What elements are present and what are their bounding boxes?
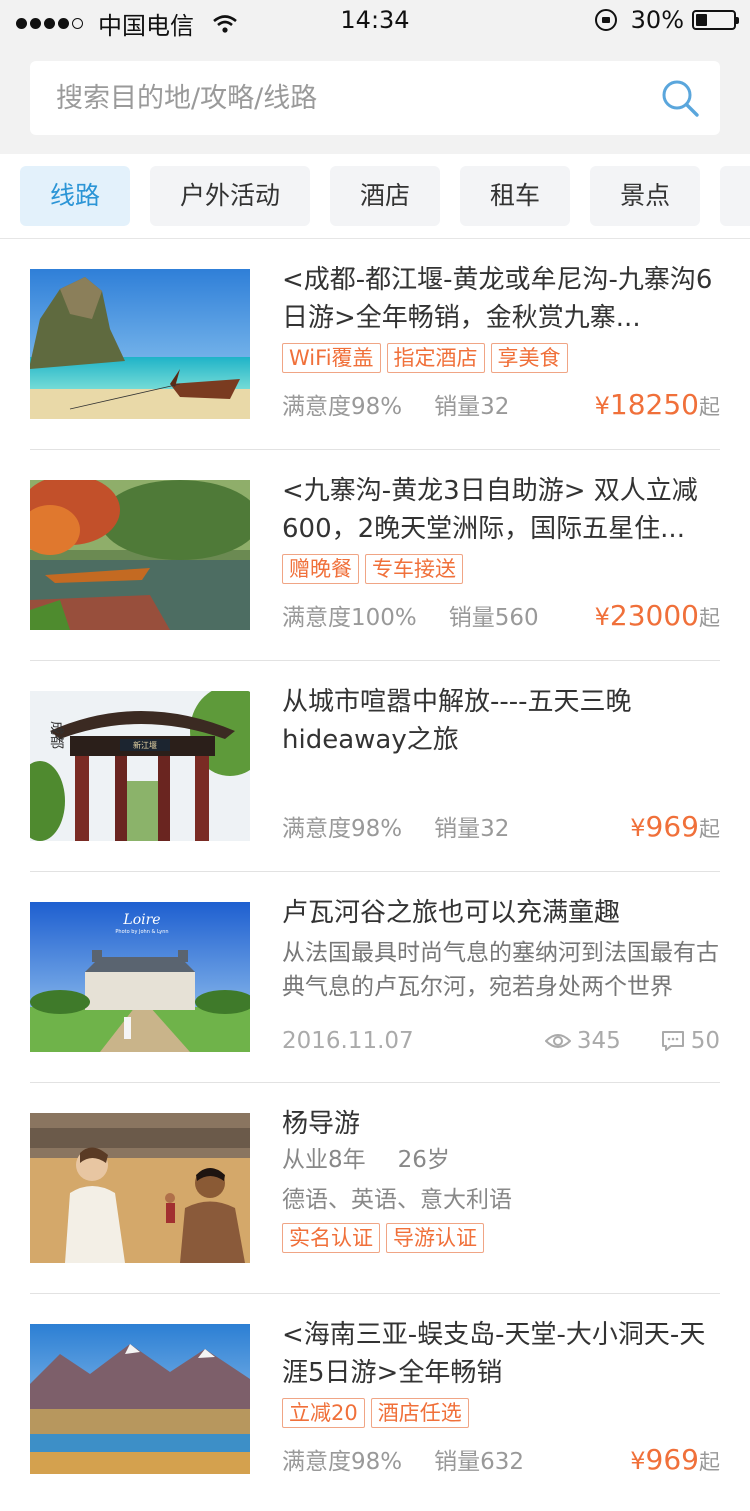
item-title[interactable]: <海南三亚-蜈支岛-天堂-大小洞天-天涯5日游>全年畅销 <box>282 1316 720 1392</box>
sales-count: 销量632 <box>434 1449 525 1475</box>
comment-stat: 50 <box>661 1028 720 1054</box>
status-bar: 中国电信 14:34 30% <box>0 0 750 40</box>
result-list: <成都-都江堰-黄龙或牟尼沟-九寨沟6日游>全年畅销，金秋赏九寨... WiFi… <box>0 239 750 1504</box>
item-title[interactable]: <成都-都江堰-黄龙或牟尼沟-九寨沟6日游>全年畅销，金秋赏九寨... <box>282 261 720 337</box>
beach-cliff-image <box>30 269 250 419</box>
satisfaction: 满意度98% <box>282 394 403 420</box>
currency-symbol: ¥ <box>594 392 610 420</box>
tag: WiFi覆盖 <box>282 343 381 373</box>
article-item[interactable]: Loire Photo by John & Lynn 卢瓦河谷之旅也可以充满童趣… <box>30 872 720 1083</box>
view-stat: 345 <box>544 1028 621 1054</box>
item-tags: WiFi覆盖 指定酒店 享美食 <box>282 343 720 373</box>
photo-credit-text: Photo by John & Lynn <box>115 929 168 935</box>
rotation-lock-icon <box>594 9 617 31</box>
list-item[interactable]: <九寨沟-黄龙3日自助游> 双人立减600，2晚天堂洲际，国际五星住... 赠晚… <box>30 450 720 661</box>
price-suffix: 起 <box>699 395 720 419</box>
guide-info: 从业8年 26岁 <box>282 1143 720 1177</box>
guide-languages: 德语、英语、意大利语 <box>282 1187 512 1213</box>
price-suffix: 起 <box>699 817 720 841</box>
tag: 享美食 <box>490 343 568 373</box>
search-input[interactable] <box>30 81 660 115</box>
satisfaction: 满意度100% <box>282 605 417 631</box>
guide-item[interactable]: 杨导游 从业8年 26岁 德语、英语、意大利语 实名认证 导游认证 <box>30 1083 720 1294</box>
tab-attractions[interactable]: 景点 <box>590 166 701 226</box>
view-count: 345 <box>576 1028 621 1054</box>
chinese-gate-image: 新江堰 成都 <box>30 691 250 841</box>
item-thumbnail[interactable]: Loire Photo by John & Lynn <box>30 902 250 1052</box>
tab-hotel[interactable]: 酒店 <box>330 166 441 226</box>
calligraphy-text: 成都 <box>48 721 64 749</box>
price-suffix: 起 <box>699 1450 720 1474</box>
tab-car-rental[interactable]: 租车 <box>460 166 571 226</box>
tag: 赠晚餐 <box>282 554 359 584</box>
battery-icon <box>692 10 739 30</box>
price: ¥969起 <box>630 1443 720 1476</box>
tag: 指定酒店 <box>386 343 485 373</box>
item-tags: 立减20 酒店任选 <box>282 1398 720 1428</box>
tag: 导游认证 <box>386 1223 484 1253</box>
price-value: 18250 <box>609 388 699 421</box>
item-tags: 赠晚餐 专车接送 <box>282 554 720 584</box>
tab-routes[interactable]: 线路 <box>20 166 131 226</box>
price: ¥18250起 <box>595 388 720 421</box>
item-title[interactable]: 从城市喧嚣中解放----五天三晚hideaway之旅 <box>282 683 720 759</box>
satisfaction: 满意度98% <box>282 1449 403 1475</box>
satisfaction: 满意度98% <box>282 816 403 842</box>
mountain-lake-image <box>30 1324 250 1474</box>
item-title[interactable]: <九寨沟-黄龙3日自助游> 双人立减600，2晚天堂洲际，国际五星住... <box>282 472 720 548</box>
guide-photo-image <box>30 1113 250 1263</box>
chateau-image: Loire Photo by John & Lynn <box>30 902 250 1052</box>
list-item[interactable]: <海南三亚-蜈支岛-天堂-大小洞天-天涯5日游>全年畅销 立减20 酒店任选 满… <box>30 1294 720 1504</box>
price-suffix: 起 <box>699 606 720 630</box>
article-date: 2016.11.07 <box>282 1028 414 1054</box>
item-thumbnail[interactable]: 新江堰 成都 <box>30 691 250 841</box>
price-value: 969 <box>645 1443 699 1476</box>
currency-symbol: ¥ <box>630 1447 646 1475</box>
search-area <box>0 40 750 154</box>
item-thumbnail[interactable] <box>30 1113 250 1263</box>
eye-icon <box>544 1034 571 1048</box>
guide-name[interactable]: 杨导游 <box>282 1105 720 1143</box>
item-thumbnail[interactable] <box>30 1324 250 1474</box>
item-thumbnail[interactable] <box>30 269 250 419</box>
price-value: 23000 <box>609 599 699 632</box>
item-thumbnail[interactable] <box>30 480 250 630</box>
price: ¥23000起 <box>595 599 720 632</box>
photo-title-text: Loire <box>122 912 160 928</box>
sales-count: 销量32 <box>434 394 510 420</box>
tag: 专车接送 <box>365 554 463 584</box>
list-item[interactable]: 新江堰 成都 从城市喧嚣中解放----五天三晚hideaway之旅 满意度98%… <box>30 661 720 872</box>
tag: 立减20 <box>282 1398 365 1428</box>
currency-symbol: ¥ <box>630 814 646 842</box>
currency-symbol: ¥ <box>594 603 610 631</box>
tag: 酒店任选 <box>370 1398 469 1428</box>
list-item[interactable]: <成都-都江堰-黄龙或牟尼沟-九寨沟6日游>全年畅销，金秋赏九寨... WiFi… <box>30 239 720 450</box>
search-icon[interactable] <box>660 78 700 118</box>
tab-more-partial[interactable] <box>720 166 750 226</box>
article-description: 从法国最具时尚气息的塞纳河到法国最有古典气息的卢瓦尔河，宛若身处两个世界 <box>282 940 719 1000</box>
tag: 实名认证 <box>282 1223 380 1253</box>
search-box[interactable] <box>30 61 720 135</box>
comment-count: 50 <box>690 1028 720 1054</box>
price-value: 969 <box>645 810 699 843</box>
gate-plaque-text: 新江堰 <box>133 740 157 750</box>
article-title[interactable]: 卢瓦河谷之旅也可以充满童趣 <box>282 894 720 932</box>
sales-count: 销量32 <box>434 816 510 842</box>
item-tags: 实名认证 导游认证 <box>282 1223 720 1253</box>
sales-count: 销量560 <box>448 605 539 631</box>
lake-boat-image <box>30 480 250 630</box>
comment-icon <box>661 1031 684 1051</box>
battery-percent: 30% <box>630 6 684 34</box>
price: ¥969起 <box>630 810 720 843</box>
guide-age: 26岁 <box>397 1147 450 1173</box>
status-right: 30% <box>594 6 739 34</box>
guide-experience: 从业8年 <box>282 1147 366 1173</box>
tab-outdoor[interactable]: 户外活动 <box>150 166 311 226</box>
category-tabs: 线路 户外活动 酒店 租车 景点 <box>0 154 750 239</box>
